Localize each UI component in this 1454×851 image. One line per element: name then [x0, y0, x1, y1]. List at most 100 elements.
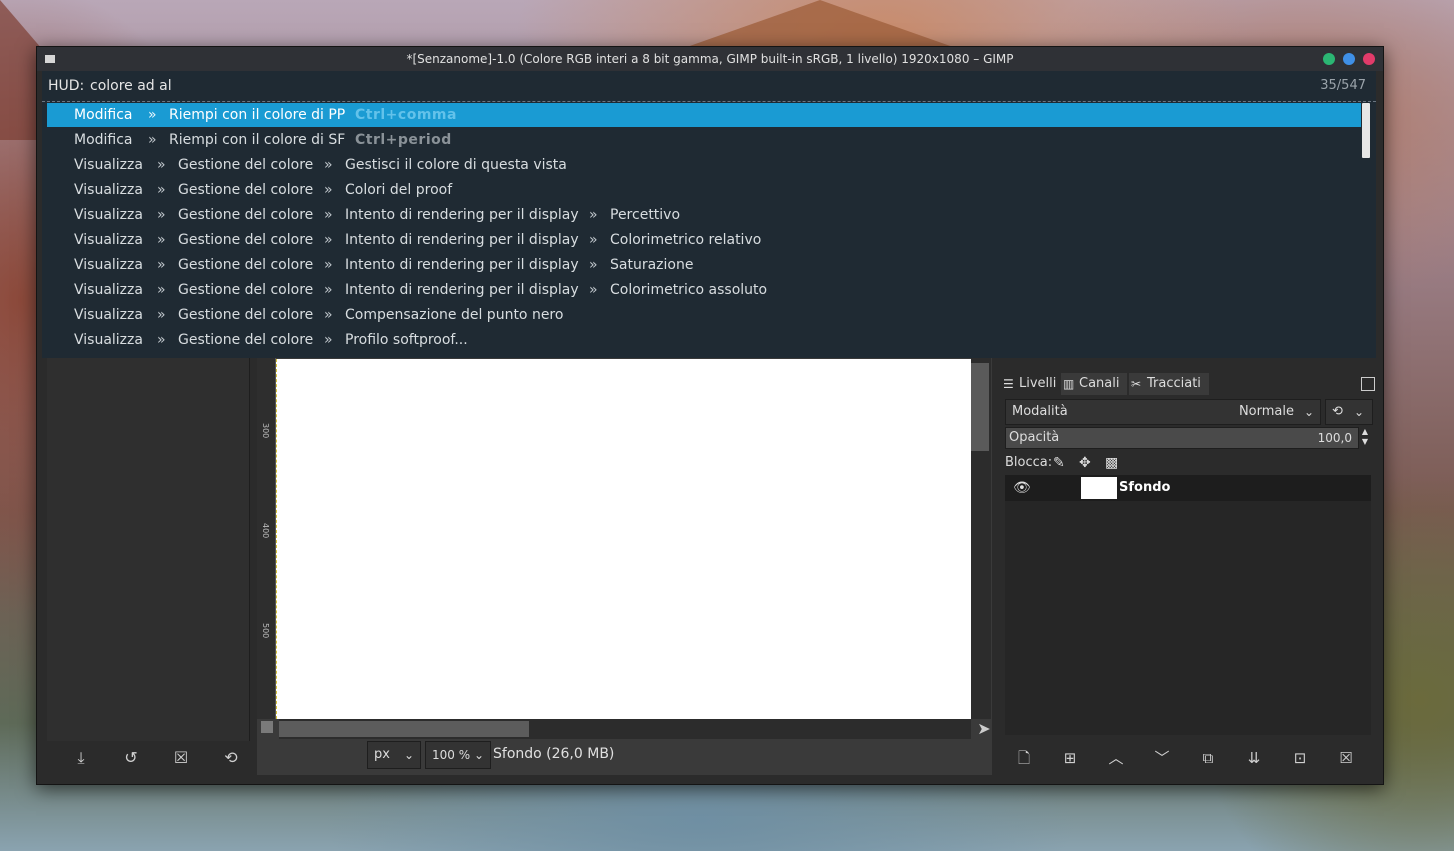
unit-value: px	[374, 747, 390, 762]
hud-result-row[interactable]: Modifica » Riempi con il colore di SF Ctrl+…	[47, 128, 1361, 152]
new-layer-icon[interactable]: 🗋	[1007, 741, 1041, 775]
layers-icon: ☰	[1003, 377, 1014, 391]
breadcrumb-separator: »	[157, 332, 166, 348]
lower-icon[interactable]: ﹀	[1145, 741, 1179, 775]
hud-result-segment: Percettivo	[610, 207, 681, 223]
paths-icon: ✂	[1131, 377, 1142, 391]
delete-icon[interactable]: ☒	[161, 741, 201, 775]
shortcut-label: Ctrl+comma	[355, 107, 457, 123]
tab-label: Tracciati	[1147, 376, 1201, 391]
layers-dock: ☰ Livelli ▥ Canali ✂ Tracciati Modalità …	[997, 355, 1377, 775]
hud-result-row[interactable]: Visualizza » Gestione del colore » Intento d…	[47, 278, 1361, 302]
breadcrumb-separator: »	[589, 282, 598, 298]
hud-result-segment: Riempi con il colore di SF	[169, 132, 346, 148]
minimize-button[interactable]	[1323, 53, 1335, 65]
hud-result-segment: Visualizza	[74, 207, 143, 223]
vertical-scroll-thumb[interactable]	[971, 363, 989, 451]
navigate-icon[interactable]: ➤	[974, 719, 994, 739]
lock-pixels-icon[interactable]: ✎	[1053, 453, 1065, 473]
opacity-row: Opacità 100,0 ▲ ▼	[1005, 427, 1371, 449]
hud-result-segment: Visualizza	[74, 157, 143, 173]
hud-search-bar[interactable]: HUD: colore ad al 35/547	[42, 71, 1376, 102]
layer-row[interactable]: 👁 Sfondo	[1005, 475, 1371, 501]
vertical-ruler[interactable]: 300 400 500	[257, 355, 276, 719]
hud-result-segment: Visualizza	[74, 332, 143, 348]
close-button[interactable]	[1363, 53, 1375, 65]
tab-paths[interactable]: ✂ Tracciati	[1129, 373, 1209, 395]
reset-icon[interactable]: ⟲	[211, 741, 251, 775]
dock-menu-icon[interactable]	[1361, 377, 1375, 391]
shortcut-label: Ctrl+period	[355, 132, 452, 148]
mode-switch-button[interactable]: ⟲ ⌄	[1325, 399, 1373, 425]
hud-result-segment: Intento di rendering per il display	[345, 232, 579, 248]
ruler-label: 300	[261, 423, 270, 439]
opacity-spinner[interactable]: ▲ ▼	[1359, 427, 1371, 447]
hud-result-segment: Saturazione	[610, 257, 694, 273]
unit-select[interactable]: px ⌄	[367, 741, 421, 769]
hud-result-segment: Gestione del colore	[178, 207, 314, 223]
tool-options-panel	[47, 355, 250, 741]
zoom-select[interactable]: 100 % ⌄	[425, 741, 491, 769]
hud-result-row[interactable]: Visualizza » Gestione del colore » Compensaz…	[47, 303, 1361, 327]
breadcrumb-separator: »	[148, 107, 157, 123]
hud-result-row[interactable]: Modifica » Riempi con il colore di PP Ctrl+…	[47, 103, 1361, 127]
breadcrumb-separator: »	[324, 207, 333, 223]
layer-thumbnail	[1081, 477, 1117, 499]
breadcrumb-separator: »	[157, 157, 166, 173]
eye-icon[interactable]: 👁	[1013, 475, 1031, 501]
lock-position-icon[interactable]: ✥	[1079, 453, 1091, 473]
hud-result-row[interactable]: Visualizza » Gestione del colore » Intento d…	[47, 203, 1361, 227]
hud-result-row[interactable]: Visualizza » Gestione del colore » Intento d…	[47, 253, 1361, 277]
mode-label: Modalità	[1012, 404, 1068, 419]
title-bar[interactable]: *[Senzanome]-1.0 (Colore RGB interi a 8 …	[37, 47, 1383, 71]
hud-result-segment: Gestione del colore	[178, 257, 314, 273]
horizontal-scroll-thumb[interactable]	[279, 721, 529, 737]
mode-value: Normale	[1238, 404, 1294, 419]
breadcrumb-separator: »	[324, 182, 333, 198]
window-title: *[Senzanome]-1.0 (Colore RGB interi a 8 …	[406, 52, 1014, 66]
restore-icon[interactable]: ↺	[111, 741, 151, 775]
hud-result-row[interactable]: Visualizza » Gestione del colore » Gestisci …	[47, 153, 1361, 177]
breadcrumb-separator: »	[589, 257, 598, 273]
reset-icon: ⟲	[1332, 404, 1343, 419]
breadcrumb-separator: »	[324, 157, 333, 173]
hud-result-count: 35/547	[1320, 78, 1366, 93]
hud-result-segment: Gestisci il colore di questa vista	[345, 157, 567, 173]
mask-icon[interactable]: ⊡	[1283, 741, 1317, 775]
breadcrumb-separator: »	[324, 307, 333, 323]
breadcrumb-separator: »	[148, 132, 157, 148]
merge-icon[interactable]: ⇊	[1237, 741, 1271, 775]
hud-result-segment: Riempi con il colore di PP	[169, 107, 346, 123]
hud-result-row[interactable]: Visualizza » Gestione del colore » Colori de…	[47, 178, 1361, 202]
lock-label: Blocca:	[1005, 455, 1053, 470]
chevron-down-icon: ⌄	[473, 748, 484, 762]
hud-result-segment: Colori del proof	[345, 182, 453, 198]
tab-channels[interactable]: ▥ Canali	[1061, 373, 1127, 395]
breadcrumb-separator: »	[157, 282, 166, 298]
tab-label: Canali	[1079, 376, 1120, 391]
mode-row: Modalità Normale ⌄ ⟲ ⌄	[1005, 399, 1373, 425]
hud-search-input[interactable]: colore ad al	[90, 71, 172, 101]
opacity-slider[interactable]: Opacità 100,0	[1005, 427, 1359, 449]
hud-result-row[interactable]: Visualizza » Gestione del colore » Profilo s…	[47, 328, 1361, 352]
ruler-label: 400	[261, 523, 270, 539]
mode-select[interactable]: Modalità Normale ⌄	[1005, 399, 1321, 425]
hud-result-segment: Gestione del colore	[178, 332, 314, 348]
duplicate-icon[interactable]: ⧉	[1191, 741, 1225, 775]
quick-mask-toggle[interactable]	[261, 721, 273, 733]
app-icon[interactable]	[45, 55, 55, 63]
breadcrumb-separator: »	[324, 332, 333, 348]
ruler-label: 500	[261, 623, 270, 639]
dock-tabs: ☰ Livelli ▥ Canali ✂ Tracciati	[1001, 373, 1371, 395]
maximize-button[interactable]	[1343, 53, 1355, 65]
hud-result-row[interactable]: Visualizza » Gestione del colore » Intento d…	[47, 228, 1361, 252]
zoom-value: 100 %	[432, 748, 471, 762]
new-group-icon[interactable]: ⊞	[1053, 741, 1087, 775]
image-canvas[interactable]	[276, 359, 972, 719]
save-icon[interactable]: ⤓	[61, 741, 101, 775]
hud-scroll-thumb[interactable]	[1362, 103, 1370, 158]
raise-icon[interactable]: ︿	[1099, 741, 1133, 775]
breadcrumb-separator: »	[157, 257, 166, 273]
lock-alpha-icon[interactable]: ▩	[1105, 453, 1118, 473]
delete-layer-icon[interactable]: ☒	[1329, 741, 1363, 775]
